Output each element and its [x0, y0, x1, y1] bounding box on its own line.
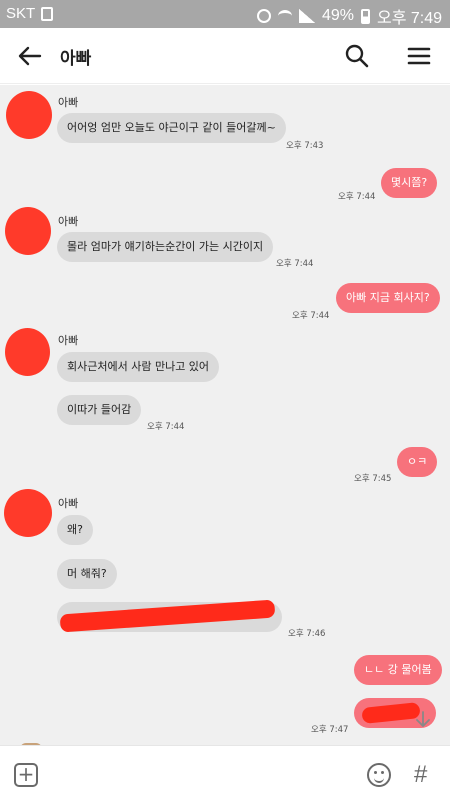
battery-icon	[360, 8, 370, 24]
sender-name: 아빠	[58, 215, 79, 228]
message-time: 오후 7:44	[338, 192, 376, 202]
incoming-message[interactable]: 어어엉 엄만 오늘도 야근이구 같이 들어갈께~	[57, 113, 286, 143]
wifi-icon	[277, 10, 292, 22]
input-bar: + #	[0, 745, 450, 800]
status-bar: SKT 49% 오후 7:49	[0, 0, 450, 28]
incoming-message[interactable]: 왜?	[57, 515, 93, 545]
chat-header: 아빠	[0, 28, 450, 84]
status-time: 오후 7:49	[376, 10, 442, 27]
message-time: 오후 7:46	[288, 629, 326, 639]
avatar[interactable]	[4, 489, 52, 537]
sim-card-icon	[41, 6, 54, 21]
avatar[interactable]	[6, 91, 52, 139]
avatar[interactable]	[5, 328, 50, 376]
battery-percent: 49%	[321, 7, 354, 24]
sender-name: 아빠	[58, 334, 79, 347]
plus-box-icon[interactable]: +	[14, 763, 38, 787]
message-time: 오후 7:44	[147, 422, 185, 432]
avatar[interactable]	[5, 207, 51, 255]
incoming-message[interactable]: 이따가 들어감	[57, 395, 142, 425]
message-time: 오후 7:44	[276, 259, 314, 269]
message-time: 오후 7:47	[311, 725, 349, 735]
message-time: 오후 7:45	[354, 474, 392, 484]
incoming-message[interactable]: 머 해줘?	[57, 559, 117, 589]
signal-icon	[298, 9, 315, 23]
sender-name: 아빠	[58, 497, 79, 510]
incoming-message[interactable]: 회사근처에서 사람 만나고 있어	[57, 352, 220, 382]
arrow-left-icon[interactable]	[16, 42, 44, 70]
sender-name: 아빠	[58, 96, 79, 109]
hash-icon[interactable]: #	[414, 761, 427, 789]
message-time: 오후 7:43	[286, 141, 324, 151]
hamburger-menu-icon[interactable]	[404, 42, 434, 70]
emoji-icon[interactable]	[367, 763, 391, 787]
chat-title: 아빠	[60, 49, 92, 69]
message-time: 오후 7:44	[292, 311, 330, 321]
outgoing-message[interactable]: 아빠 지금 회사지?	[336, 283, 440, 313]
carrier-label: SKT	[6, 5, 36, 22]
search-icon[interactable]	[343, 42, 371, 70]
alarm-icon	[256, 9, 271, 23]
incoming-message[interactable]: 몰라 엄마가 얘기하는순간이 가는 시간이지	[57, 232, 274, 262]
outgoing-message[interactable]: 몇시쯤?	[381, 168, 438, 198]
chevron-down-icon[interactable]	[414, 710, 432, 728]
outgoing-message[interactable]: ㅇㅋ	[397, 447, 438, 477]
chat-area[interactable]: 아빠 어어엉 엄만 오늘도 야근이구 같이 들어갈께~ 오후 7:43 몇시쯤?…	[0, 85, 450, 745]
outgoing-message[interactable]: ㄴㄴ 강 물어봄	[354, 655, 442, 685]
